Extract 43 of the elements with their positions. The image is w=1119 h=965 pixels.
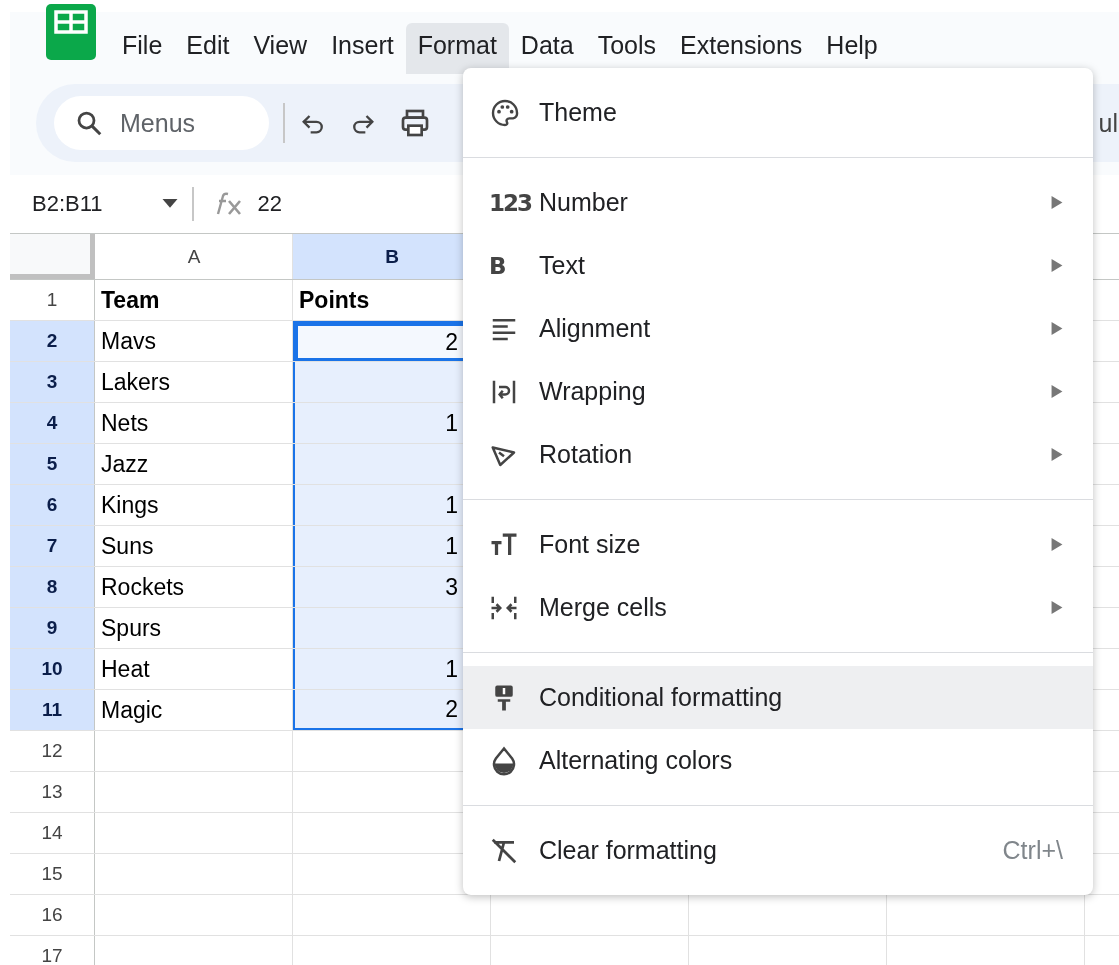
search-menus-field[interactable]: Menus (54, 96, 269, 150)
row-header[interactable]: 8 (10, 567, 95, 607)
column-header[interactable]: A (95, 234, 293, 279)
table-cell-text: Kings (100, 490, 160, 520)
menu-item[interactable]: Insert (319, 23, 406, 74)
table-cell-text: Spurs (100, 613, 163, 643)
row-header[interactable]: 10 (10, 649, 95, 689)
table-cell-text: Nets (100, 408, 150, 438)
table-cell-text: Magic (100, 695, 164, 725)
toolbar-text: ul. (1098, 108, 1119, 138)
dropdown-caret-icon[interactable] (162, 199, 178, 209)
row-header[interactable]: 3 (10, 362, 95, 402)
row-header[interactable]: 5 (10, 444, 95, 484)
sheets-logo-icon[interactable] (46, 4, 96, 60)
bold-text-icon: B (489, 252, 505, 279)
row-header[interactable]: 4 (10, 403, 95, 443)
table-cell-text: Mavs (100, 326, 157, 356)
menu-item[interactable]: Edit (174, 23, 242, 74)
menu-item[interactable]: Alternating colors (463, 729, 1093, 792)
shortcut-text: Ctrl+\ (1002, 836, 1063, 865)
table-cell-text: Team (100, 285, 161, 315)
menu-item[interactable]: Format (405, 23, 509, 74)
table-cell-text: Heat (100, 654, 151, 684)
table-cell-text: Points (298, 285, 371, 315)
formula-input[interactable]: 22 (257, 191, 282, 217)
menu-item[interactable]: View (241, 23, 320, 74)
number-format-icon: 123 (489, 189, 531, 216)
menu-item[interactable]: 123 Number (463, 171, 1093, 234)
table-cell-text: Lakers (100, 367, 172, 397)
name-box[interactable]: B2:B11 (32, 191, 162, 217)
row-header[interactable]: 9 (10, 608, 95, 648)
table-cell-text: Jazz (100, 449, 150, 479)
table-cell-text: Rockets (100, 572, 186, 602)
menu-item[interactable]: Theme (463, 81, 1093, 144)
menu-item[interactable]: Clear formatting Ctrl+\ (463, 819, 1093, 882)
menu-item[interactable]: File (110, 23, 175, 74)
row-header[interactable]: 6 (10, 485, 95, 525)
table-cell-text: Suns (100, 531, 155, 561)
row-header[interactable]: 7 (10, 526, 95, 566)
menu-item[interactable]: Conditional formatting (463, 666, 1093, 729)
print-icon[interactable] (399, 107, 431, 139)
row-header[interactable]: 11 (10, 690, 95, 730)
row-header[interactable]: 2 (10, 321, 95, 361)
